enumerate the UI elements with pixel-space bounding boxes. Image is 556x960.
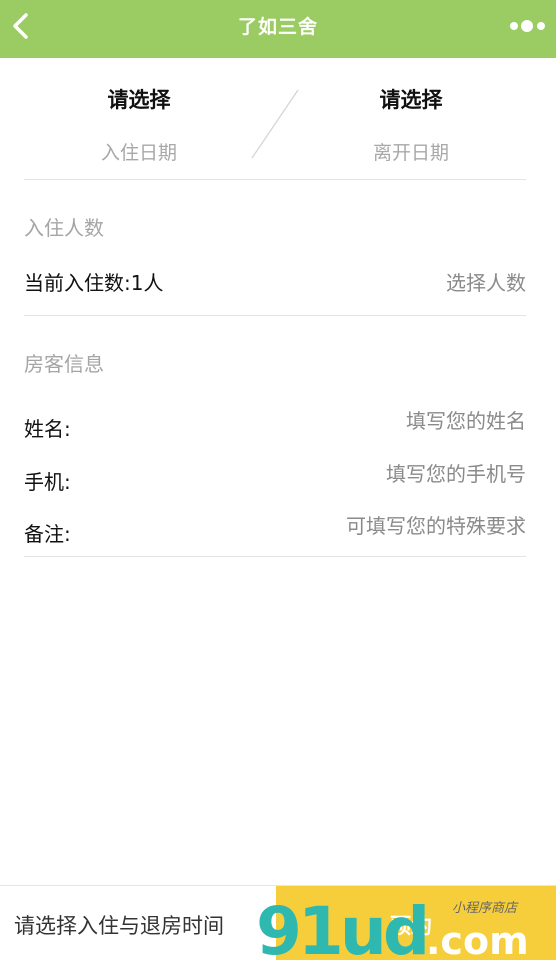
- date-selector: 请选择 入住日期 请选择 离开日期: [24, 58, 526, 180]
- bottom-action-bar: 请选择入住与退房时间 预约: [0, 885, 556, 960]
- top-nav-bar: 了如三舍: [0, 0, 556, 58]
- checkout-date-picker[interactable]: 请选择 离开日期: [296, 58, 526, 180]
- current-guest-count: 当前入住数:1人: [24, 271, 164, 295]
- note-input[interactable]: [196, 514, 526, 538]
- checkout-date-value: 请选择: [379, 88, 443, 112]
- guest-info-section-title: 房客信息: [24, 352, 104, 376]
- name-input[interactable]: [196, 409, 526, 433]
- date-divider: [251, 89, 299, 159]
- phone-input[interactable]: [196, 462, 526, 486]
- select-guest-count-button[interactable]: 选择人数: [446, 267, 526, 296]
- page-title: 了如三舍: [237, 16, 318, 38]
- checkout-date-label: 离开日期: [372, 142, 449, 164]
- note-label: 备注:: [24, 522, 71, 546]
- phone-label: 手机:: [24, 470, 71, 494]
- guest-count-section-title: 入住人数: [24, 216, 104, 240]
- phone-field-wrap: [196, 462, 526, 486]
- checkin-date-label: 入住日期: [100, 142, 177, 164]
- name-label: 姓名:: [24, 417, 71, 441]
- checkin-date-picker[interactable]: 请选择 入住日期: [24, 58, 254, 180]
- book-button-label: 预约: [390, 914, 432, 938]
- more-dots-icon[interactable]: [510, 19, 546, 35]
- book-button[interactable]: 预约: [276, 886, 556, 960]
- date-hint-text: 请选择入住与退房时间: [14, 914, 224, 938]
- divider: [24, 315, 526, 316]
- checkin-date-value: 请选择: [107, 88, 171, 112]
- divider: [24, 556, 526, 557]
- name-field-wrap: [196, 409, 526, 433]
- note-field-wrap: [196, 514, 526, 538]
